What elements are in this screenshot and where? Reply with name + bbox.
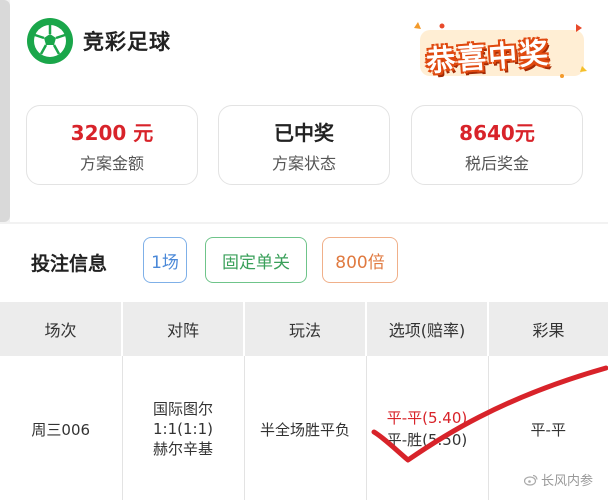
- watermark-text: 长风内参: [541, 474, 594, 489]
- stat-label: 方案金额: [79, 154, 144, 173]
- weibo-icon: [524, 474, 538, 486]
- watermark: 长风内参: [524, 470, 593, 489]
- option-winning: 平-平(5.40): [386, 409, 468, 427]
- home-team: 国际图尔: [152, 400, 213, 418]
- tag-match-count: 1场: [143, 237, 187, 283]
- away-team: 赫尔辛基: [152, 440, 213, 458]
- table-row: 周三006 国际图尔 1:1(1:1) 赫尔辛基 半全场胜平负 平-平(5.40…: [0, 356, 608, 500]
- tag-bet-type: 固定单关: [205, 237, 307, 283]
- stat-plan-status: 已中奖 方案状态: [218, 105, 390, 185]
- prize-badge: 恭喜中奖: [412, 18, 592, 82]
- app-title: 竞彩足球: [83, 30, 171, 54]
- stat-after-tax-prize: 8640元 税后奖金: [411, 105, 583, 185]
- header-option-odds: 选项(赔率): [366, 302, 489, 356]
- cell-matchup: 国际图尔 1:1(1:1) 赫尔辛基: [122, 356, 245, 500]
- left-edge-strip: [0, 0, 10, 222]
- cell-match-no: 周三006: [0, 356, 123, 500]
- cell-options: 平-平(5.40) 平-胜(5.50): [366, 356, 489, 500]
- stat-label: 方案状态: [271, 154, 336, 173]
- match-score: 1:1(1:1): [153, 420, 213, 438]
- football-logo-icon: [27, 18, 73, 64]
- header-result: 彩果: [488, 302, 608, 356]
- stat-value: 已中奖: [274, 121, 334, 145]
- stat-value: 3200 元: [70, 121, 154, 145]
- bet-info-title: 投注信息: [31, 253, 108, 275]
- option-other: 平-胜(5.50): [386, 431, 468, 449]
- bet-table: 场次 对阵 玩法 选项(赔率) 彩果 周三006 国际图尔 1:1(1:1) 赫…: [0, 302, 608, 500]
- cell-play-type: 半全场胜平负: [244, 356, 367, 500]
- header-matchup: 对阵: [122, 302, 245, 356]
- stat-value: 8640元: [459, 121, 535, 145]
- tag-multiplier: 800倍: [322, 237, 398, 283]
- header-play-type: 玩法: [244, 302, 367, 356]
- table-header-row: 场次 对阵 玩法 选项(赔率) 彩果: [0, 302, 608, 356]
- stat-plan-amount: 3200 元 方案金额: [26, 105, 198, 185]
- stat-label: 税后奖金: [464, 154, 529, 173]
- prize-badge-text: 恭喜中奖: [425, 35, 552, 79]
- header-match-no: 场次: [0, 302, 123, 356]
